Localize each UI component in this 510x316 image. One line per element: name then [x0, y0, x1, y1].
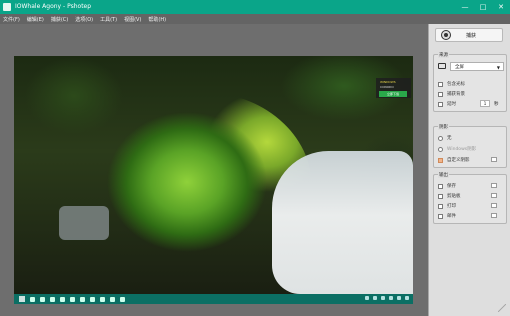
taskbar-app-icon	[70, 296, 75, 302]
menu-edit[interactable]: 编辑(E)	[27, 16, 44, 23]
taskbar-app-icon	[100, 296, 105, 302]
delay-stepper[interactable]: 1	[480, 100, 490, 107]
checkbox[interactable]	[438, 81, 443, 87]
output-settings-button[interactable]	[491, 183, 497, 188]
captured-taskbar	[14, 294, 413, 304]
checkbox[interactable]	[438, 101, 443, 107]
close-button[interactable]: ✕	[492, 0, 510, 14]
chevron-down-icon: ▼	[496, 65, 500, 70]
taskbar-app-icon	[60, 296, 65, 302]
source-group: 来源 全屏 ▼ 包含光标 捕获背景 延时 1 秒	[433, 52, 507, 112]
radio-button[interactable]	[438, 146, 443, 152]
checkbox-row[interactable]: 邮件	[438, 213, 456, 219]
tray-icon	[397, 296, 401, 300]
taskbar-app-icon	[80, 296, 85, 302]
menu-options[interactable]: 选项(O)	[75, 16, 93, 23]
taskbar-app-icon	[30, 296, 35, 302]
source-select-value: 全屏	[455, 64, 464, 70]
system-tray	[329, 296, 409, 302]
checkbox-row[interactable]: 包含光标	[438, 81, 465, 87]
shadow-group: 阴影 无 Windows阴影 自定义阴影	[433, 124, 507, 168]
resize-grip-icon[interactable]	[498, 304, 506, 312]
checkbox-label: 打印	[447, 204, 456, 209]
watermark-line2: CONODO	[380, 85, 394, 89]
taskbar-app-icon	[90, 296, 95, 302]
tray-icon	[365, 296, 369, 300]
menu-help[interactable]: 帮助(H)	[148, 16, 166, 23]
checkbox[interactable]	[438, 203, 443, 209]
checkbox-row[interactable]: 打印	[438, 203, 456, 209]
radio-button[interactable]	[438, 135, 443, 141]
settings-panel: 捕获 来源 全屏 ▼ 包含光标 捕获背景 延时 1 秒 阴影 无 Windows…	[428, 24, 510, 316]
window-controls: — □ ✕	[456, 0, 510, 14]
menu-file[interactable]: 文件(F)	[3, 16, 20, 23]
app-icon	[3, 3, 11, 11]
monitor-icon	[438, 63, 446, 69]
capture-button-label: 捕获	[466, 32, 477, 39]
source-select[interactable]: 全屏 ▼	[450, 62, 504, 71]
shadow-group-title: 阴影	[438, 124, 449, 130]
maximize-button[interactable]: □	[474, 0, 492, 14]
grey-stone	[59, 206, 109, 240]
checkbox-label: 保存	[447, 184, 456, 189]
checkbox-row[interactable]: 延时	[438, 101, 456, 107]
canvas-area: WINDOWS CONODO 立即下载	[0, 24, 427, 316]
window-title: IOWhale Agony - Pshotep	[15, 3, 92, 10]
watermark-button: 立即下载	[379, 91, 407, 97]
checkbox-label: 邮件	[447, 214, 456, 219]
output-group: 输出 保存 剪贴板 打印 邮件	[433, 172, 507, 224]
checkbox-label: 剪贴板	[447, 194, 461, 199]
checkbox[interactable]	[438, 193, 443, 199]
delay-unit: 秒	[494, 102, 499, 107]
source-row	[438, 63, 446, 69]
checkbox-row[interactable]: 捕获背景	[438, 91, 465, 97]
start-icon	[19, 296, 25, 302]
checkbox-label: 包含光标	[447, 82, 465, 87]
taskbar-app-icon	[40, 296, 45, 302]
checkbox-row[interactable]: 剪贴板	[438, 193, 461, 199]
radio-row[interactable]: Windows阴影	[438, 146, 476, 152]
color-swatch[interactable]	[438, 157, 443, 163]
checkbox[interactable]	[438, 213, 443, 219]
checkbox[interactable]	[438, 91, 443, 97]
radio-label: 自定义阴影	[447, 158, 470, 163]
minimize-button[interactable]: —	[456, 0, 474, 14]
waterfall	[272, 151, 413, 294]
checkbox-row[interactable]: 保存	[438, 183, 456, 189]
menu-view[interactable]: 视图(V)	[124, 16, 141, 23]
tray-icon	[373, 296, 377, 300]
taskbar-app-icon	[50, 296, 55, 302]
tray-icon	[389, 296, 393, 300]
checkbox[interactable]	[438, 183, 443, 189]
radio-label: 无	[447, 136, 452, 141]
watermark-line1: WINDOWS	[380, 80, 396, 84]
camera-icon	[442, 31, 450, 39]
taskbar-app-icon	[120, 296, 125, 302]
output-settings-button[interactable]	[491, 203, 497, 208]
output-group-title: 输出	[438, 172, 449, 178]
radio-row[interactable]: 自定义阴影	[438, 157, 470, 163]
taskbar-app-icon	[110, 296, 115, 302]
output-settings-button[interactable]	[491, 213, 497, 218]
tray-icon	[405, 296, 409, 300]
checkbox-label: 延时	[447, 102, 456, 107]
menu-capture[interactable]: 捕获(C)	[51, 16, 68, 23]
shadow-settings-button[interactable]	[491, 157, 497, 162]
title-bar: IOWhale Agony - Pshotep — □ ✕	[0, 0, 510, 14]
radio-row[interactable]: 无	[438, 135, 452, 141]
output-settings-button[interactable]	[491, 193, 497, 198]
captured-screenshot[interactable]: WINDOWS CONODO 立即下载	[14, 56, 413, 304]
tray-icon	[381, 296, 385, 300]
menu-tools[interactable]: 工具(T)	[100, 16, 117, 23]
checkbox-label: 捕获背景	[447, 92, 465, 97]
source-group-title: 来源	[438, 52, 449, 58]
menu-bar: 文件(F) 编辑(E) 捕获(C) 选项(O) 工具(T) 视图(V) 帮助(H…	[0, 14, 510, 24]
capture-button[interactable]: 捕获	[435, 28, 503, 42]
radio-label: Windows阴影	[447, 147, 477, 152]
